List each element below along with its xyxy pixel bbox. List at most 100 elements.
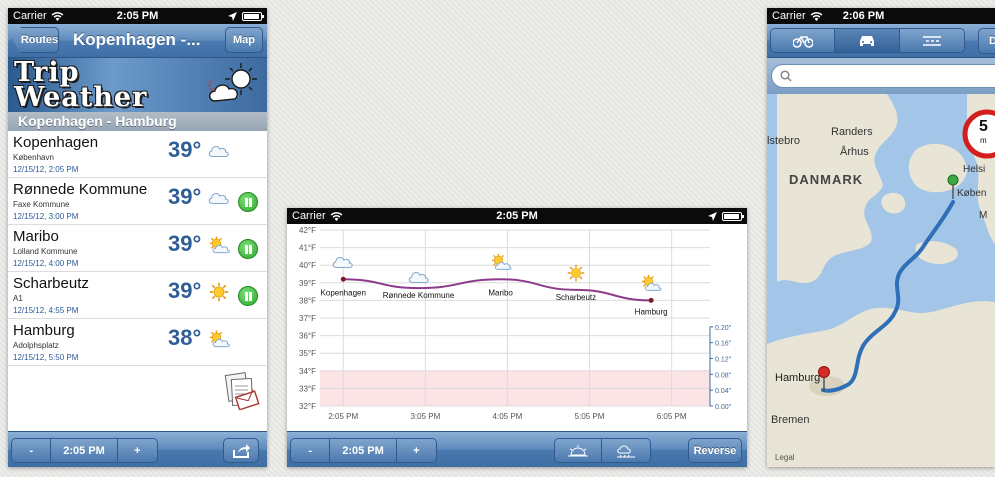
logo-line-2: Weather [14,82,148,113]
weather-icon-wrap [208,141,230,166]
y-tick-label: 35°F [299,349,316,358]
sun-cloud-icon [642,275,662,292]
location-temperature: 39° [168,137,202,162]
location-datetime: 12/15/12, 5:50 PM [13,353,79,362]
list-item[interactable]: Maribo Lolland Kommune 12/15/12, 4:00 PM… [8,225,267,272]
weather-icon-wrap [208,235,230,260]
battery-icon [242,11,264,21]
weather-logo-icon [208,63,257,102]
location-name: Rønnede Kommune [13,181,148,198]
x-tick-label: 5:05 PM [575,412,605,421]
travel-mode-control [770,28,965,53]
precip-tick-label: 0.08" [715,372,732,379]
battery-icon [722,211,744,221]
map-label-holstebro: lstebro [767,135,801,147]
car-mode-button[interactable] [835,29,900,52]
carrier-label: Carrier [292,210,326,222]
temperature-mode-button[interactable] [555,439,603,462]
list-item[interactable]: Kopenhagen København 12/15/12, 2:05 PM 3… [8,131,267,178]
sun-horizon-icon [568,444,588,456]
location-arrow-icon [708,211,717,221]
paper-share-icon[interactable] [223,370,261,410]
speed-sign-number: 5 [979,118,988,135]
point-label: Maribo [488,288,513,297]
weather-icon-wrap [208,282,230,307]
nav-bar: Routes Kopenhagen -... Map [8,24,267,58]
location-name: Kopenhagen [13,134,99,151]
cloud-icon [208,192,229,205]
time-label: 2:05 PM [51,439,118,462]
wifi-icon [51,11,64,21]
status-bar: Carrier 2:05 PM [287,208,747,224]
location-subtitle: København [13,153,54,162]
location-datetime: 12/15/12, 4:00 PM [13,259,79,268]
bottom-toolbar: - 2:05 PM + [8,431,267,467]
location-subtitle: Adolphsplatz [13,341,59,350]
sun-cloud-icon [491,254,512,271]
map-button[interactable]: Map [225,27,263,53]
list-item[interactable]: Rønnede Kommune Faxe Kommune 12/15/12, 3… [8,178,267,225]
y-tick-label: 37°F [299,314,316,323]
carrier-label: Carrier [772,10,806,22]
search-icon [780,70,792,82]
time-plus-button[interactable]: + [396,439,436,462]
precip-tick-label: 0.16" [715,341,732,348]
x-tick-label: 3:05 PM [410,412,440,421]
map-label-hamburg: Hamburg [775,372,821,384]
map-label-country: DANMARK [789,172,864,187]
location-temperature: 39° [168,184,202,209]
y-tick-label: 39°F [299,279,316,288]
map-label-aarhus: Århus [840,146,869,158]
time-minus-button[interactable]: - [291,439,331,462]
point-label: Kopenhagen [321,288,366,297]
pause-icon[interactable] [238,239,258,259]
list-item[interactable]: Hamburg Adolphsplatz 12/15/12, 5:50 PM 3… [8,319,267,366]
app-logo-text: Trip Weather [14,59,148,113]
time-plus-button[interactable]: + [117,439,157,462]
share-icon [233,443,250,458]
routes-back-button[interactable]: Routes [12,27,59,53]
weather-icon-wrap [208,188,230,213]
cloud-icon [408,272,429,284]
pause-icon[interactable] [238,286,258,306]
x-tick-label: 4:05 PM [493,412,523,421]
y-tick-label: 34°F [299,367,316,376]
directions-button[interactable]: D [978,28,995,54]
nav-title: Kopenhagen -... [73,30,201,49]
mode-bar: D [767,24,995,58]
precipitation-mode-button[interactable] [602,439,650,462]
precip-tick-label: 0.12" [715,356,732,363]
time-minus-button[interactable]: - [12,439,52,462]
location-datetime: 12/15/12, 2:05 PM [13,165,79,174]
location-list: Kopenhagen København 12/15/12, 2:05 PM 3… [8,131,267,366]
location-temperature: 38° [168,325,202,350]
bicycle-icon [792,35,813,48]
wifi-icon [810,11,823,21]
map-label-bremen: Bremen [771,414,810,426]
point-label: Scharbeutz [556,293,596,302]
location-temperature: 39° [168,231,202,256]
wifi-icon [330,211,343,221]
data-point [340,276,346,282]
point-weather-icon [491,254,512,271]
location-datetime: 12/15/12, 3:00 PM [13,212,79,221]
location-subtitle: Lolland Kommune [13,247,78,256]
pause-icon[interactable] [238,192,258,212]
cloud-rain-icon [617,445,635,457]
reverse-button[interactable]: Reverse [688,438,742,463]
map-label-kobenhavn: Køben [957,188,987,199]
car-icon [860,35,875,46]
location-subtitle: Faxe Kommune [13,200,70,209]
road-mode-button[interactable] [899,29,964,52]
route-map[interactable] [767,94,995,467]
carrier-label: Carrier [13,10,47,22]
map-legal-link[interactable]: Legal [775,453,795,462]
share-button[interactable] [223,438,259,463]
y-tick-label: 38°F [299,296,316,305]
search-input[interactable] [771,64,995,88]
point-label: Hamburg [635,307,668,316]
search-bar [767,58,995,94]
bicycle-mode-button[interactable] [771,29,836,52]
y-tick-label: 32°F [299,402,316,411]
list-item[interactable]: Scharbeutz A1 12/15/12, 4:55 PM 39° [8,272,267,319]
